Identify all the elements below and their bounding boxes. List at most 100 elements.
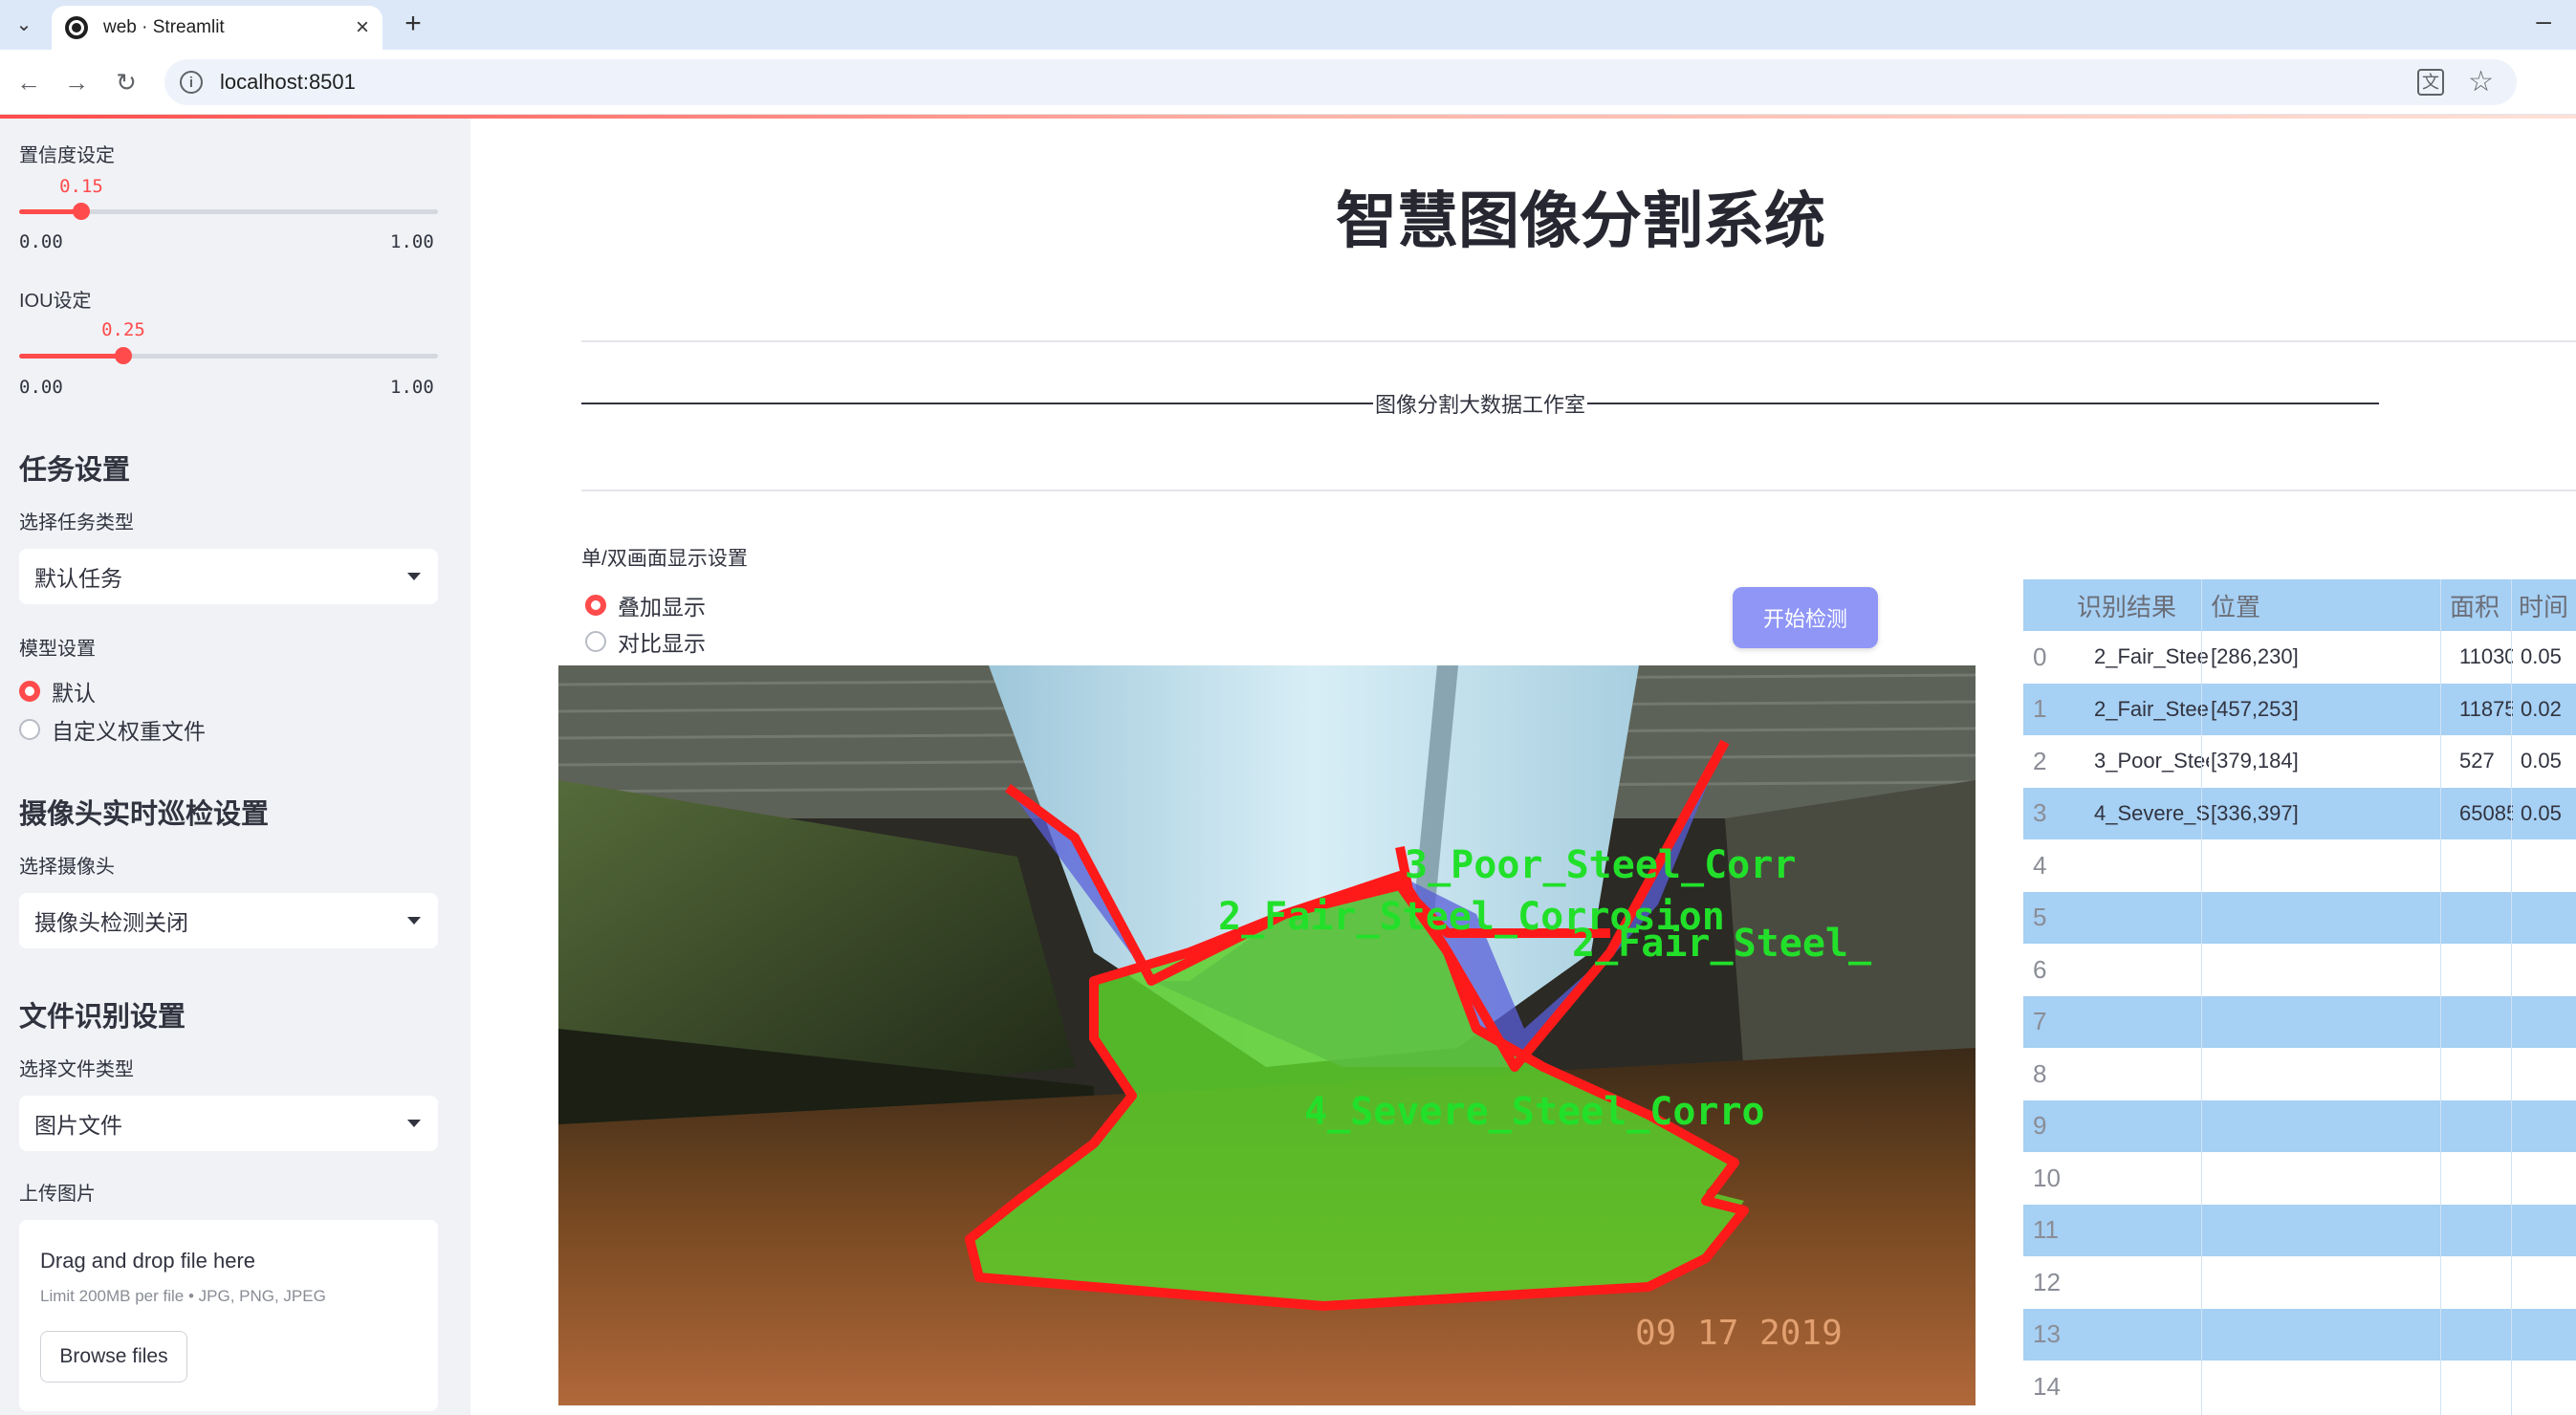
task-type-select[interactable]: 默认任务 xyxy=(19,549,438,604)
table-row[interactable]: 12 xyxy=(2023,1256,2576,1309)
cell-time xyxy=(2521,944,2576,996)
table-row[interactable]: 10 xyxy=(2023,1152,2576,1205)
confidence-value: 0.15 xyxy=(59,176,103,197)
cell-time xyxy=(2521,1100,2576,1153)
iou-slider[interactable] xyxy=(19,347,438,364)
radio-unselected-icon[interactable] xyxy=(19,719,40,740)
results-table[interactable]: 识别结果 位置 面积 时间 02_Fair_Steel_Corrosion[28… xyxy=(2023,579,2576,1415)
browser-tab[interactable]: web · Streamlit × xyxy=(52,6,382,50)
table-row[interactable]: 11 xyxy=(2023,1204,2576,1257)
table-row[interactable]: 14 xyxy=(2023,1361,2576,1413)
tab-search-chevron-icon[interactable]: ⌄ xyxy=(8,8,40,40)
translate-icon[interactable]: 文 xyxy=(2417,69,2444,96)
table-row[interactable]: 3 4_Severe_Steel_Corrosion[336,397] 65085 0… xyxy=(2023,787,2576,839)
studio-banner-text: 图像分割大数据工作室 xyxy=(1375,393,1586,417)
table-row[interactable]: 6 xyxy=(2023,944,2576,996)
cell-position: [336,397] xyxy=(2211,800,2299,825)
table-row[interactable]: 2 3_Poor_Steel_Corrosion[379,184] 527 0.05 xyxy=(2023,735,2576,788)
reload-icon[interactable]: ↻ xyxy=(107,63,145,101)
upload-image-label: 上传图片 xyxy=(19,1184,96,1205)
close-tab-icon[interactable]: × xyxy=(356,14,369,41)
cell-time xyxy=(2521,1048,2576,1100)
back-arrow-icon[interactable]: ← xyxy=(10,63,48,101)
cell-time: 0.05 xyxy=(2521,800,2562,825)
file-dropzone[interactable]: Drag and drop file here Limit 200MB per … xyxy=(19,1220,438,1411)
file-settings-heading: 文件识别设置 xyxy=(19,1002,186,1033)
model-settings-label: 模型设置 xyxy=(19,639,96,660)
header-result[interactable]: 识别结果 xyxy=(2077,579,2201,631)
cell-index: 7 xyxy=(2033,1007,2047,1036)
new-tab-plus-icon[interactable]: + xyxy=(396,8,430,42)
table-header: 识别结果 位置 面积 时间 xyxy=(2023,579,2576,631)
dropzone-limit-text: Limit 200MB per file • JPG, PNG, JPEG xyxy=(40,1287,326,1305)
table-row[interactable]: 7 xyxy=(2023,995,2576,1049)
model-option-custom[interactable]: 自定义权重文件 xyxy=(19,713,206,746)
divider-bottom xyxy=(581,490,2576,491)
header-position[interactable]: 位置 xyxy=(2211,579,2345,631)
camera-settings-heading: 摄像头实时巡检设置 xyxy=(19,799,270,830)
cell-time: 0.02 xyxy=(2521,696,2562,721)
cell-time xyxy=(2521,1152,2576,1205)
confidence-slider[interactable] xyxy=(19,203,438,220)
bookmark-star-icon[interactable]: ☆ xyxy=(2468,65,2494,98)
url-text[interactable]: localhost:8501 xyxy=(220,70,356,95)
streamlit-favicon-icon xyxy=(65,16,88,39)
table-row[interactable]: 0 2_Fair_Steel_Corrosion[286,230] 11030 0.0… xyxy=(2023,631,2576,684)
chevron-down-icon xyxy=(407,573,421,580)
cell-position: [457,253] xyxy=(2211,696,2299,721)
cell-position xyxy=(2211,1205,2325,1257)
header-area[interactable]: 面积 xyxy=(2450,579,2507,631)
browse-files-button[interactable]: Browse files xyxy=(40,1331,187,1382)
table-row[interactable]: 8 xyxy=(2023,1048,2576,1100)
radio-selected-icon[interactable] xyxy=(585,595,606,616)
camera-select[interactable]: 摄像头检测关闭 xyxy=(19,893,438,948)
table-row[interactable]: 4 xyxy=(2023,839,2576,892)
iou-slider-thumb[interactable] xyxy=(115,347,132,364)
model-option-default[interactable]: 默认 xyxy=(19,675,96,708)
radio-unselected-icon[interactable] xyxy=(585,631,606,652)
cell-position xyxy=(2211,1100,2325,1153)
cell-position xyxy=(2211,1361,2325,1413)
display-option-compare[interactable]: 对比显示 xyxy=(585,625,706,658)
cell-position xyxy=(2211,944,2325,996)
header-time[interactable]: 时间 xyxy=(2519,579,2576,631)
image-timestamp: 09 17 2019 xyxy=(1635,1314,1843,1353)
radio-selected-icon[interactable] xyxy=(19,681,40,702)
cell-area xyxy=(2459,1100,2513,1153)
iou-min: 0.00 xyxy=(19,377,63,398)
start-detection-button[interactable]: 开始检测 xyxy=(1733,587,1878,648)
site-info-icon[interactable]: i xyxy=(180,71,203,94)
iou-slider-fill xyxy=(19,354,123,359)
cell-index: 4 xyxy=(2033,850,2047,880)
file-type-label: 选择文件类型 xyxy=(19,1059,134,1080)
forward-arrow-icon[interactable]: → xyxy=(57,63,96,101)
cell-area xyxy=(2459,996,2513,1049)
file-type-select[interactable]: 图片文件 xyxy=(19,1096,438,1151)
cell-result xyxy=(2094,892,2209,945)
iou-value: 0.25 xyxy=(101,319,145,340)
table-row[interactable]: 1 2_Fair_Steel_Corrosion[457,253] 11875 0.0… xyxy=(2023,683,2576,735)
minimize-window-icon[interactable]: – xyxy=(2536,6,2551,36)
column-separator xyxy=(2201,579,2202,1415)
cell-position xyxy=(2211,1048,2325,1100)
display-option-overlay[interactable]: 叠加显示 xyxy=(585,589,706,621)
cell-area xyxy=(2459,1361,2513,1413)
column-separator xyxy=(2511,579,2512,1415)
studio-banner: 图像分割大数据工作室 xyxy=(581,388,2380,419)
cell-result xyxy=(2094,1361,2209,1413)
cell-area: 65085 xyxy=(2459,800,2513,825)
cell-time: 0.05 xyxy=(2521,644,2562,669)
confidence-slider-thumb[interactable] xyxy=(73,203,90,220)
cell-area xyxy=(2459,1205,2513,1257)
address-bar[interactable]: i localhost:8501 文 ☆ xyxy=(164,59,2517,105)
table-row[interactable]: 9 xyxy=(2023,1099,2576,1153)
cell-time xyxy=(2521,1256,2576,1309)
camera-select-label: 选择摄像头 xyxy=(19,857,115,878)
cell-result: 2_Fair_Steel_Corrosion xyxy=(2094,644,2209,669)
table-row[interactable]: 13 xyxy=(2023,1308,2576,1361)
table-row[interactable]: 5 xyxy=(2023,891,2576,945)
cell-index: 1 xyxy=(2033,694,2047,724)
overlay-label-severe: 4_Severe_Steel_Corro xyxy=(1304,1090,1765,1134)
cell-time xyxy=(2521,996,2576,1049)
task-settings-heading: 任务设置 xyxy=(19,455,131,486)
